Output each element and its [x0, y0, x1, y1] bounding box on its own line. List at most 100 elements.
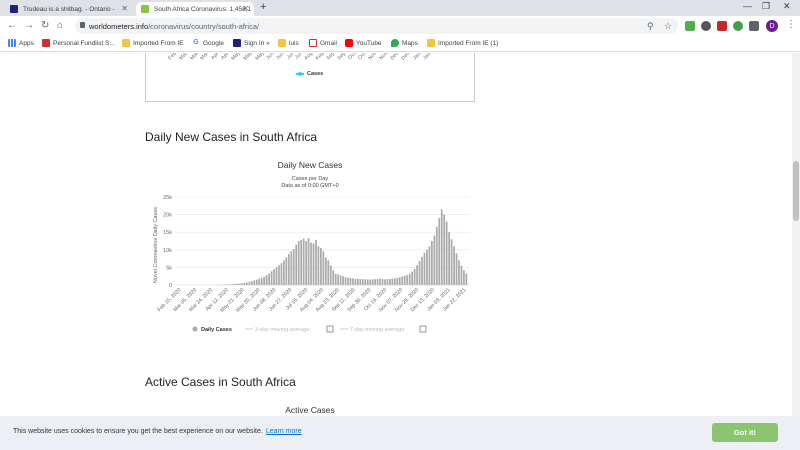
legend-3day-checkbox[interactable]	[326, 325, 334, 333]
daily-case-bar[interactable]	[342, 276, 344, 285]
daily-case-bar[interactable]	[295, 244, 298, 285]
daily-case-bar[interactable]	[352, 278, 354, 285]
daily-case-bar[interactable]	[329, 265, 332, 285]
legend-7day-checkbox[interactable]	[419, 325, 427, 333]
daily-case-bar[interactable]	[324, 257, 327, 285]
daily-case-bar[interactable]	[428, 246, 431, 285]
daily-case-bar[interactable]	[406, 275, 409, 285]
address-bar[interactable]: worldometers.info/coronavirus/country/so…	[75, 18, 678, 34]
daily-case-bar[interactable]	[265, 275, 268, 285]
minimize-icon[interactable]: —	[743, 1, 752, 11]
learn-more-link[interactable]: Learn more	[266, 428, 302, 435]
daily-case-bar[interactable]	[260, 277, 263, 285]
bookmark-apps[interactable]: Apps	[8, 39, 34, 47]
daily-case-bar[interactable]	[255, 279, 258, 285]
daily-case-bar[interactable]	[344, 277, 347, 285]
daily-case-bar[interactable]	[243, 282, 246, 285]
daily-case-bar[interactable]	[431, 241, 433, 285]
daily-case-bar[interactable]	[241, 283, 243, 285]
bookmark-maps[interactable]: Maps	[391, 39, 418, 47]
daily-case-bar[interactable]	[391, 278, 394, 285]
bookmark-gmail[interactable]: Gmail	[309, 39, 337, 47]
daily-case-bar[interactable]	[339, 275, 342, 285]
daily-case-bar[interactable]	[357, 278, 359, 285]
daily-case-bar[interactable]	[359, 279, 362, 285]
bookmark-youtube[interactable]: YouTube	[345, 39, 382, 47]
daily-case-bar[interactable]	[263, 276, 266, 285]
daily-case-bar[interactable]	[236, 283, 238, 285]
daily-case-bar[interactable]	[438, 218, 441, 285]
daily-case-bar[interactable]	[418, 261, 421, 285]
daily-case-bar[interactable]	[248, 281, 251, 285]
daily-case-bar[interactable]	[396, 277, 399, 285]
daily-case-bar[interactable]	[369, 279, 372, 285]
daily-case-bar[interactable]	[332, 270, 335, 285]
window-close-icon[interactable]: ✕	[783, 1, 791, 12]
daily-case-bar[interactable]	[379, 278, 381, 285]
daily-case-bar[interactable]	[443, 214, 446, 285]
daily-case-bar[interactable]	[354, 278, 357, 285]
daily-case-bar[interactable]	[384, 279, 386, 285]
daily-case-bar[interactable]	[408, 273, 411, 285]
got-it-button[interactable]: Got it!	[712, 423, 778, 442]
page-scrollbar[interactable]	[792, 53, 800, 450]
daily-case-bar[interactable]	[401, 276, 404, 285]
daily-case-bar[interactable]	[403, 275, 406, 285]
new-tab-plus-icon[interactable]: +	[260, 1, 266, 13]
extensions-puzzle-icon[interactable]	[749, 21, 759, 31]
daily-case-bar[interactable]	[320, 248, 322, 285]
previous-chart-legend[interactable]: Cases	[296, 71, 323, 77]
daily-case-bar[interactable]	[423, 252, 426, 285]
daily-case-bar[interactable]	[453, 246, 455, 285]
bookmark-imported-ie-1[interactable]: Imported From IE (1)	[427, 39, 498, 47]
tab-worldometers[interactable]: South Africa Coronavirus: 1,458,1 ✕	[136, 2, 254, 16]
profile-avatar[interactable]: D	[766, 20, 778, 32]
legend-7day-average[interactable]: 7-day moving average	[340, 325, 427, 333]
bookmark-sign-in[interactable]: Sign In »	[233, 39, 270, 47]
forward-arrow-icon[interactable]: →	[24, 20, 34, 31]
daily-case-bar[interactable]	[361, 279, 364, 285]
daily-case-bar[interactable]	[366, 279, 369, 285]
daily-case-bar[interactable]	[386, 279, 389, 285]
daily-case-bar[interactable]	[315, 239, 317, 285]
daily-case-bar[interactable]	[433, 235, 436, 285]
daily-case-bar[interactable]	[268, 273, 270, 285]
daily-case-bar[interactable]	[349, 277, 352, 285]
daily-case-bar[interactable]	[258, 278, 261, 285]
daily-case-bar[interactable]	[413, 268, 416, 285]
scrollbar-thumb[interactable]	[793, 161, 799, 221]
search-icon[interactable]: ⚲	[647, 21, 654, 32]
daily-case-bar[interactable]	[297, 241, 300, 285]
daily-case-bar[interactable]	[312, 243, 315, 285]
daily-case-bar[interactable]	[228, 284, 231, 285]
daily-case-bar[interactable]	[310, 242, 312, 285]
daily-case-bar[interactable]	[381, 279, 384, 285]
daily-case-bar[interactable]	[317, 246, 320, 285]
daily-case-bar[interactable]	[231, 284, 233, 285]
daily-case-bar[interactable]	[283, 260, 285, 285]
daily-case-bar[interactable]	[450, 239, 453, 285]
daily-case-bar[interactable]	[270, 271, 273, 285]
bookmark-personal-fundlist[interactable]: Personal Fundlist S...	[42, 39, 115, 47]
daily-case-bar[interactable]	[398, 277, 401, 285]
menu-kebab-icon[interactable]: ⋮	[786, 19, 796, 30]
daily-case-bar[interactable]	[374, 279, 377, 285]
daily-case-bar[interactable]	[238, 283, 241, 285]
daily-case-bar[interactable]	[273, 269, 275, 285]
daily-case-bar[interactable]	[250, 281, 253, 285]
daily-case-bar[interactable]	[463, 270, 465, 285]
back-arrow-icon[interactable]: ←	[7, 20, 17, 31]
daily-case-bar[interactable]	[347, 277, 349, 285]
daily-case-bar[interactable]	[275, 267, 278, 285]
daily-case-bar[interactable]	[364, 279, 367, 285]
daily-case-bar[interactable]	[389, 278, 391, 285]
extension-icon[interactable]	[685, 21, 695, 31]
daily-case-bar[interactable]	[278, 265, 280, 285]
daily-case-bar[interactable]	[376, 279, 379, 285]
daily-case-bar[interactable]	[327, 260, 330, 285]
extension-icon[interactable]	[717, 21, 727, 31]
daily-case-bar[interactable]	[233, 283, 236, 285]
daily-case-bar[interactable]	[302, 238, 305, 285]
close-tab-icon[interactable]: ✕	[242, 4, 249, 13]
daily-case-bar[interactable]	[246, 282, 248, 285]
